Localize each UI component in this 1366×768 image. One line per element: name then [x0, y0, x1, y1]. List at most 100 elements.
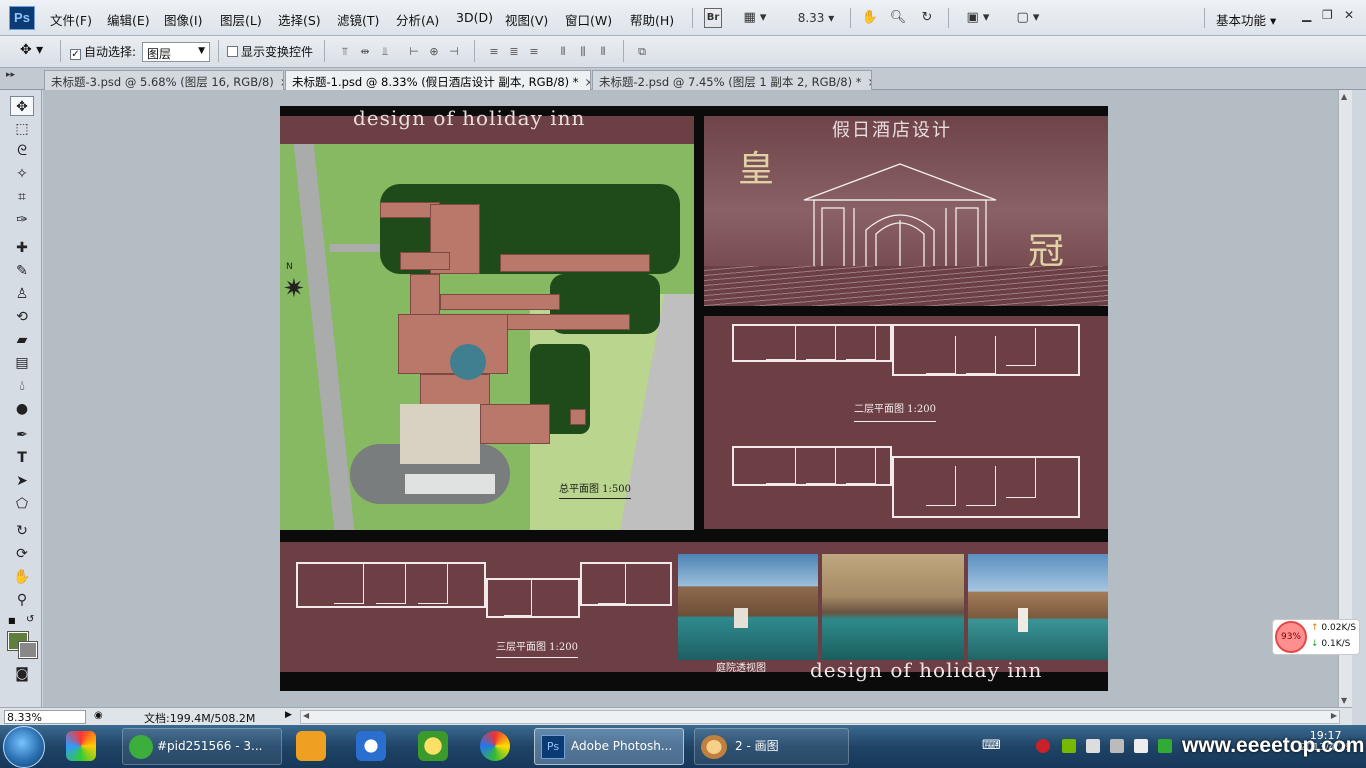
tab-document-3[interactable]: 未标题-3.psd @ 5.68% (图层 16, RGB/8) ×: [44, 70, 284, 90]
status-expand-icon[interactable]: ▶: [285, 710, 292, 720]
magic-wand-icon[interactable]: ✧: [10, 164, 34, 184]
photoshop-logo[interactable]: Ps: [9, 6, 35, 30]
align-top-icon[interactable]: ⫪: [338, 45, 352, 59]
minimize-icon[interactable]: ▁: [1302, 8, 1311, 22]
eyedropper-icon[interactable]: ✑: [10, 210, 34, 230]
close-icon[interactable]: ✕: [1344, 8, 1354, 22]
status-menu-icon[interactable]: ◉: [94, 710, 103, 721]
start-button[interactable]: [3, 726, 45, 768]
distribute-bottom-icon[interactable]: ≡: [527, 45, 541, 59]
show-transform-checkbox[interactable]: 显示变换控件: [227, 43, 313, 60]
gradient-icon[interactable]: ▤: [10, 353, 34, 373]
distribute-left-icon[interactable]: ⫴: [556, 45, 570, 59]
quick-launch-game-icon[interactable]: [296, 731, 326, 761]
align-bottom-icon[interactable]: ⫫: [378, 45, 392, 59]
quick-mask-icon[interactable]: ◙: [10, 664, 34, 684]
tray-display-icon[interactable]: [1086, 739, 1100, 753]
workspace-switcher[interactable]: 基本功能 ▾: [1216, 10, 1276, 29]
pen-icon[interactable]: ✒: [10, 425, 34, 445]
menu-3d[interactable]: 3D(D): [456, 10, 493, 25]
crop-icon[interactable]: ⌗: [10, 187, 34, 207]
quick-launch-app-icon[interactable]: [66, 731, 96, 761]
distribute-right-icon[interactable]: ⫴: [596, 45, 610, 59]
blur-icon[interactable]: 💧︎: [10, 376, 34, 396]
quick-launch-music-icon[interactable]: [418, 731, 448, 761]
eraser-icon[interactable]: ▰: [10, 330, 34, 350]
tray-network-icon[interactable]: [1158, 739, 1172, 753]
taskbar-photoshop[interactable]: Ps Adobe Photosh...: [534, 728, 684, 765]
rotate-view-icon[interactable]: ↻: [916, 8, 938, 28]
zoom-tool-icon[interactable]: 🔍︎: [888, 8, 908, 28]
scroll-down-icon[interactable]: ▼: [1341, 696, 1347, 705]
distribute-vcenter-icon[interactable]: ≣: [507, 45, 521, 59]
arrange-documents-icon[interactable]: ▣ ▾: [960, 8, 996, 28]
auto-select-dropdown[interactable]: 图层 ▼: [142, 42, 210, 62]
view-extras-icon[interactable]: ▦ ▾: [738, 8, 772, 28]
tab-close-icon[interactable]: ×: [585, 75, 590, 89]
tray-security-icon[interactable]: [1036, 739, 1050, 753]
tab-close-icon[interactable]: ×: [280, 75, 283, 89]
shape-icon[interactable]: ⬠: [10, 494, 34, 514]
scroll-left-icon[interactable]: ◀: [303, 711, 309, 720]
menu-filter[interactable]: 滤镜(T): [337, 10, 379, 29]
panel-collapse-icon[interactable]: ▸▸: [6, 70, 15, 80]
screen-mode-icon[interactable]: ▢ ▾: [1010, 8, 1046, 28]
menu-edit[interactable]: 编辑(E): [107, 10, 150, 29]
brush-icon[interactable]: ✎: [10, 261, 34, 281]
tab-document-2[interactable]: 未标题-2.psd @ 7.45% (图层 1 副本 2, RGB/8) * ×: [592, 70, 872, 90]
keyboard-icon[interactable]: ⌨: [982, 738, 1001, 753]
menu-image[interactable]: 图像(I): [164, 10, 202, 29]
zoom-icon[interactable]: ⚲: [10, 590, 34, 610]
background-color-swatch[interactable]: [18, 641, 38, 659]
marquee-icon[interactable]: ⬚: [10, 119, 34, 139]
tray-nvidia-icon[interactable]: [1062, 739, 1076, 753]
menu-view[interactable]: 视图(V): [505, 10, 548, 29]
menu-analysis[interactable]: 分析(A): [396, 10, 439, 29]
swap-colors-icon[interactable]: ↺: [26, 614, 34, 625]
healing-brush-icon[interactable]: ✚: [10, 238, 34, 258]
auto-select-checkbox[interactable]: ✓ 自动选择:: [70, 43, 136, 60]
path-selection-icon[interactable]: ➤: [10, 471, 34, 491]
document-canvas[interactable]: design of holiday inn ✷ N 总平面图 1:500 假日酒…: [280, 106, 1108, 691]
quick-launch-chrome-icon[interactable]: [480, 731, 510, 761]
zoom-level-select[interactable]: 8.33 ▾: [792, 8, 840, 28]
move-tool-preset-icon[interactable]: ✥ ▾: [20, 42, 43, 58]
restore-icon[interactable]: ❐: [1322, 8, 1333, 22]
scroll-right-icon[interactable]: ▶: [1331, 711, 1337, 720]
scroll-up-icon[interactable]: ▲: [1341, 92, 1347, 101]
horizontal-scrollbar[interactable]: ◀ ▶: [300, 710, 1340, 724]
tab-document-1[interactable]: 未标题-1.psd @ 8.33% (假日酒店设计 副本, RGB/8) * ×: [285, 70, 591, 90]
tray-audio-icon[interactable]: [1110, 739, 1124, 753]
menu-file[interactable]: 文件(F): [50, 10, 92, 29]
move-tool-icon[interactable]: ✥: [10, 96, 34, 116]
tab-close-icon[interactable]: ×: [867, 75, 871, 89]
hand-icon[interactable]: ✋: [10, 567, 34, 587]
menu-layer[interactable]: 图层(L): [220, 10, 262, 29]
align-hcenter-icon[interactable]: ⊕: [427, 45, 441, 59]
taskbar-browser[interactable]: #pid251566 - 3...: [122, 728, 282, 765]
history-brush-icon[interactable]: ⟲: [10, 307, 34, 327]
vertical-scrollbar[interactable]: ▲ ▼: [1338, 90, 1352, 707]
clone-stamp-icon[interactable]: ♙: [10, 284, 34, 304]
auto-align-layers-icon[interactable]: ⧉: [635, 45, 649, 59]
default-colors-icon[interactable]: ■: [8, 616, 16, 625]
hand-tool-icon[interactable]: ✋: [860, 8, 880, 28]
network-monitor-widget[interactable]: 93% ↑ 0.02K/S ↓ 0.1K/S: [1272, 619, 1360, 655]
menu-window[interactable]: 窗口(W): [565, 10, 612, 29]
tray-volume-icon[interactable]: [1134, 739, 1148, 753]
menu-help[interactable]: 帮助(H): [630, 10, 674, 29]
distribute-hcenter-icon[interactable]: ⫼: [576, 45, 590, 59]
align-vcenter-icon[interactable]: ⇹: [358, 45, 372, 59]
zoom-field[interactable]: 8.33%: [4, 710, 86, 724]
quick-launch-player-icon[interactable]: [356, 731, 386, 761]
lasso-icon[interactable]: ᘓ: [10, 141, 34, 161]
taskbar-paint[interactable]: 2 - 画图: [694, 728, 849, 765]
dodge-icon[interactable]: ●: [10, 399, 34, 419]
align-right-icon[interactable]: ⊣: [447, 45, 461, 59]
3d-rotate-icon[interactable]: ↻: [10, 521, 34, 541]
menu-select[interactable]: 选择(S): [278, 10, 321, 29]
type-icon[interactable]: T: [10, 448, 34, 468]
3d-orbit-icon[interactable]: ⟳: [10, 544, 34, 564]
bridge-button[interactable]: Br: [704, 8, 722, 28]
distribute-top-icon[interactable]: ≡: [487, 45, 501, 59]
